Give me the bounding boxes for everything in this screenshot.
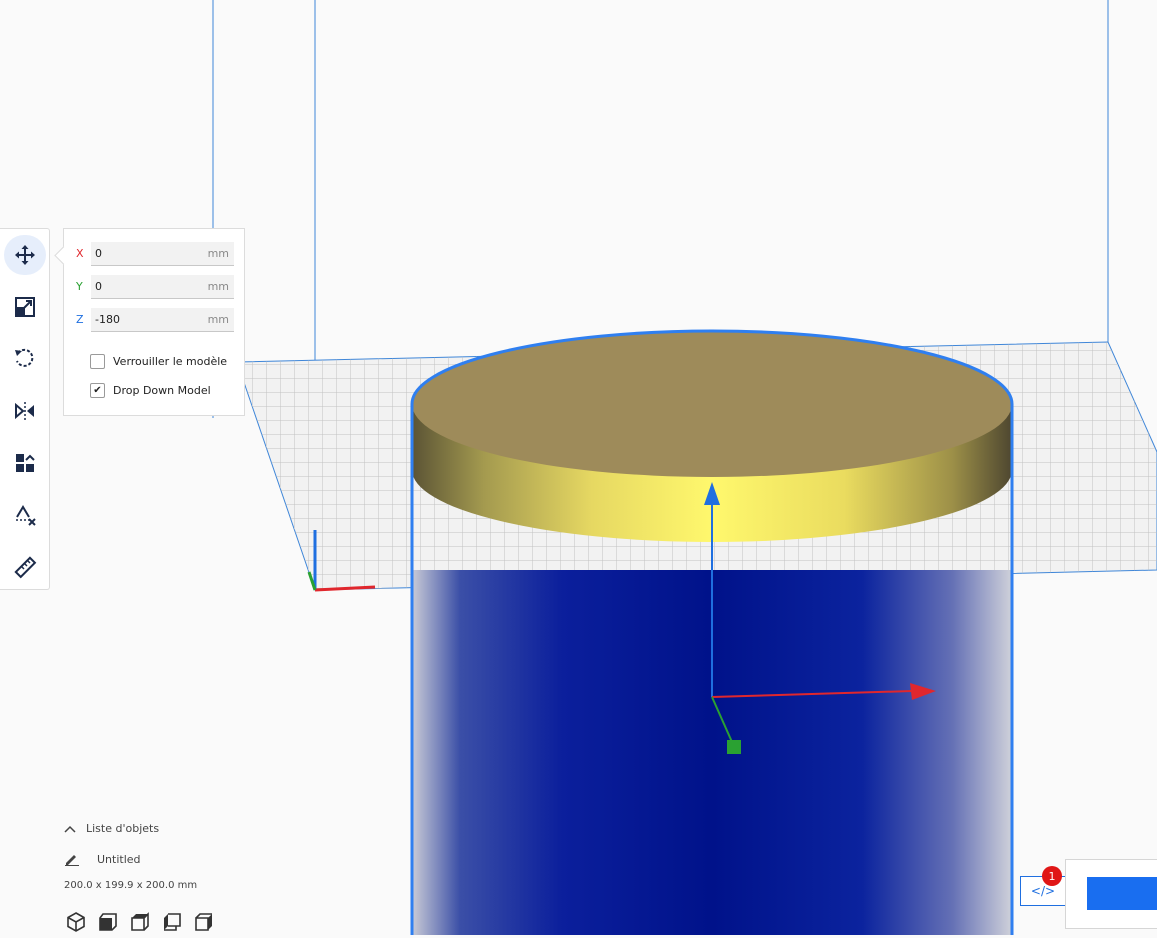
object-list-title: Liste d'objets — [86, 822, 160, 835]
slice-button[interactable] — [1087, 877, 1157, 910]
view-right-button[interactable] — [192, 910, 216, 934]
y-unit-label: mm — [207, 280, 229, 293]
drop-down-model-label: Drop Down Model — [113, 383, 211, 397]
move-arrows-icon — [15, 245, 35, 265]
z-position-value: -180 — [95, 313, 120, 326]
view-3d-button[interactable] — [64, 910, 88, 934]
lock-model-checkbox[interactable] — [90, 353, 105, 369]
object-name-row[interactable]: Untitled — [64, 852, 141, 866]
view-left-button[interactable] — [160, 910, 184, 934]
tool-bar — [0, 228, 50, 590]
view-top-button[interactable] — [128, 910, 152, 934]
x-position-input[interactable]: 0 mm — [91, 242, 234, 266]
z-position-row: Z -180 mm — [76, 308, 234, 332]
rotate-tool-button[interactable] — [4, 339, 46, 379]
y-position-row: Y 0 mm — [76, 275, 234, 299]
x-unit-label: mm — [207, 247, 229, 260]
3d-viewport[interactable] — [0, 0, 1157, 935]
per-model-settings-button[interactable] — [4, 443, 46, 483]
y-axis-label: Y — [76, 280, 83, 293]
move-tool-panel: X 0 mm Y 0 mm Z -180 mm Verrouiller le m… — [63, 228, 245, 416]
object-list-header[interactable]: Liste d'objets — [64, 822, 159, 835]
view-orientation-bar — [64, 910, 216, 934]
z-axis-label: Z — [76, 313, 84, 326]
object-name: Untitled — [97, 852, 141, 866]
ruler-icon — [14, 556, 37, 579]
move-tool-button[interactable] — [4, 235, 46, 275]
rotate-icon — [15, 348, 34, 367]
y-position-value: 0 — [95, 280, 102, 293]
object-dimensions: 200.0 x 199.9 x 200.0 mm — [64, 880, 198, 891]
drop-down-model-checkbox[interactable]: ✔ — [90, 382, 105, 398]
support-blocker-button[interactable] — [4, 495, 46, 535]
scale-icon — [15, 297, 35, 317]
cube-right-icon — [195, 913, 212, 931]
per-model-settings-icon — [16, 454, 35, 472]
z-unit-label: mm — [207, 313, 229, 326]
x-position-value: 0 — [95, 247, 102, 260]
cube-3d-icon — [67, 912, 85, 932]
lock-model-label: Verrouiller le modèle — [113, 354, 228, 368]
lock-model-option[interactable]: Verrouiller le modèle — [90, 352, 227, 370]
pencil-icon — [65, 855, 79, 866]
notification-badge: 1 — [1042, 866, 1062, 886]
chevron-up-icon — [64, 825, 76, 833]
mirror-icon — [15, 402, 34, 420]
view-front-button[interactable] — [96, 910, 120, 934]
x-position-row: X 0 mm — [76, 242, 234, 266]
cube-top-icon — [131, 912, 149, 931]
x-axis-label: X — [76, 247, 84, 260]
drop-down-model-option[interactable]: ✔ Drop Down Model — [90, 381, 211, 399]
mirror-tool-button[interactable] — [4, 391, 46, 431]
scale-tool-button[interactable] — [4, 287, 46, 327]
support-blocker-icon — [16, 505, 36, 526]
cube-front-icon — [99, 913, 117, 931]
z-position-input[interactable]: -180 mm — [91, 308, 234, 332]
gizmo-y-handle[interactable] — [727, 740, 741, 754]
measure-tool-button[interactable] — [4, 547, 46, 587]
y-position-input[interactable]: 0 mm — [91, 275, 234, 299]
cube-left-icon — [164, 913, 181, 931]
